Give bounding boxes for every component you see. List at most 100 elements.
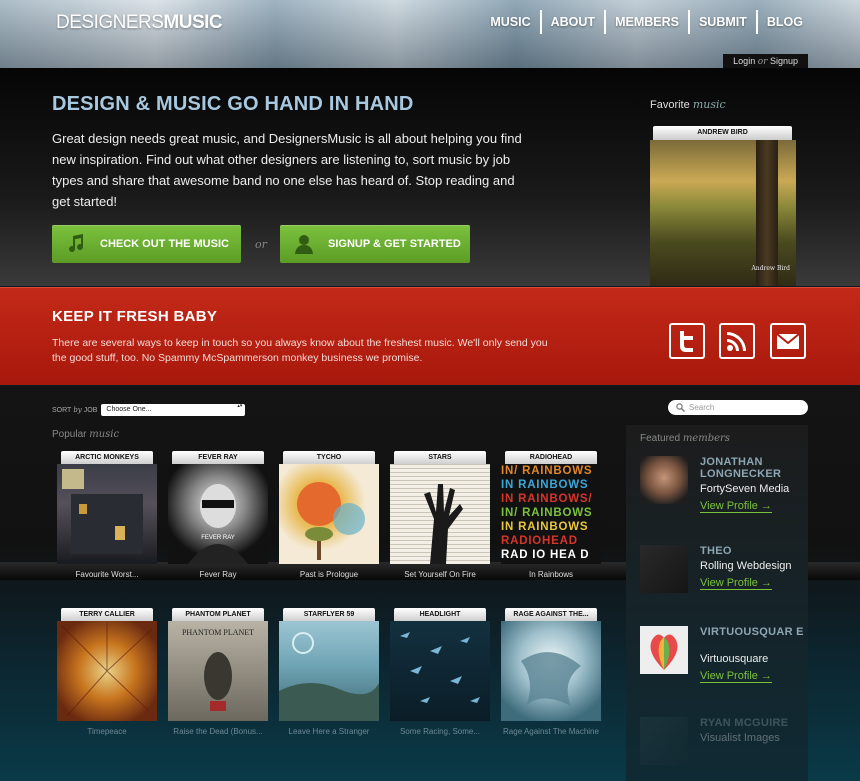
view-profile-link[interactable]: View Profile →: [700, 500, 772, 513]
album-title: Some Racing, Some...: [399, 727, 481, 736]
album-title: Favourite Worst...: [75, 570, 139, 579]
music-note-icon: [66, 234, 86, 254]
album-title: Fever Ray: [199, 570, 237, 579]
signup-button[interactable]: SIGNUP & GET STARTED: [280, 225, 470, 263]
keep-fresh-section: KEEP IT FRESH BABY There are several way…: [0, 287, 860, 385]
album-artist: RADIOHEAD: [505, 451, 597, 464]
member-company: Virtuousquare: [700, 653, 769, 665]
login-link[interactable]: Login: [733, 56, 755, 66]
avatar[interactable]: [640, 717, 688, 765]
favorite-artist-tab[interactable]: ANDREW BIRD: [653, 126, 792, 140]
login-signup: Login or Signup: [723, 54, 808, 68]
user-icon: [294, 234, 314, 254]
album-artist: TYCHO: [283, 451, 375, 464]
email-button[interactable]: [770, 323, 806, 359]
member-name[interactable]: JONATHAN LONGNECKER: [700, 456, 805, 480]
album-artist: STARS: [394, 451, 486, 464]
sort-by-job: SORT by JOB Choose One...: [52, 403, 246, 416]
avatar[interactable]: [640, 626, 688, 674]
member-name[interactable]: THEO: [700, 545, 805, 557]
album-card[interactable]: RAGE AGAINST THE... Rage Against The Mac…: [501, 608, 601, 736]
album-card[interactable]: FEVER RAY FEVER RAY Fever Ray: [168, 451, 268, 579]
album-cover: IN/ RAINBOWS IN RAINBOWS IN RAINBOWS/ IN…: [501, 464, 601, 564]
job-select[interactable]: Choose One...: [101, 403, 246, 416]
hero-text: Great design needs great music, and Desi…: [52, 131, 522, 209]
album-cover: [390, 621, 490, 721]
main-nav: MUSIC ABOUT MEMBERS SUBMIT BLOG: [481, 10, 812, 34]
album-card[interactable]: ARCTIC MONKEYS Favourite Worst...: [57, 451, 157, 579]
album-title: Rage Against The Machine: [503, 727, 599, 736]
album-title: Leave Here a Stranger: [288, 727, 370, 736]
member-company: FortySeven Media: [700, 483, 790, 495]
album-cover: [57, 464, 157, 564]
album-artist: FEVER RAY: [172, 451, 264, 464]
album-artist: HEADLIGHT: [394, 608, 486, 621]
favorite-music-label: Favorite music: [650, 98, 726, 111]
email-icon: [776, 333, 800, 349]
keep-fresh-text: There are several ways to keep in touch …: [52, 337, 548, 364]
album-title: Raise the Dead (Bonus...: [173, 727, 263, 736]
album-cover: [501, 621, 601, 721]
check-out-music-button[interactable]: CHECK OUT THE MUSIC: [52, 225, 241, 263]
album-cover: [390, 464, 490, 564]
fever-ray-cover-text: FEVER RAY: [201, 535, 235, 541]
album-card[interactable]: TERRY CALLIER Timepeace: [57, 608, 157, 736]
album-title: Past is Prologue: [299, 570, 359, 579]
nav-music[interactable]: MUSIC: [481, 10, 539, 34]
album-artist: RAGE AGAINST THE...: [505, 608, 597, 621]
album-cover: FEVER RAY: [168, 464, 268, 564]
album-card[interactable]: PHANTOM PLANET PHANTOM PLANET Raise the …: [168, 608, 268, 736]
hero-title: DESIGN & MUSIC GO HAND IN HAND: [52, 93, 414, 115]
album-card[interactable]: TYCHO Past is Prologue: [279, 451, 379, 579]
rss-icon: [727, 332, 746, 351]
member-company: Visualist Images: [700, 732, 780, 744]
album-artist: ARCTIC MONKEYS: [61, 451, 153, 464]
phantom-planet-cover-text: PHANTOM PLANET: [182, 628, 254, 637]
rainbows-line: IN/ RAINBOWS: [501, 465, 593, 477]
album-card[interactable]: RADIOHEAD IN/ RAINBOWS IN RAINBOWS IN RA…: [501, 451, 601, 579]
member-company: Rolling Webdesign: [700, 560, 792, 572]
rss-button[interactable]: [719, 323, 755, 359]
nav-blog[interactable]: BLOG: [755, 10, 812, 34]
member-name[interactable]: RYAN MCGUIRE: [700, 717, 805, 729]
album-cover: [279, 621, 379, 721]
or-separator: or: [255, 238, 267, 251]
album-card[interactable]: HEADLIGHT Some Racing, Some...: [390, 608, 490, 736]
nav-members[interactable]: MEMBERS: [604, 10, 688, 34]
album-card[interactable]: STARFLYER 59 Leave Here a Stranger: [279, 608, 379, 736]
signup-link[interactable]: Signup: [770, 56, 798, 66]
avatar[interactable]: [640, 545, 688, 593]
featured-members-title: Featured members: [640, 433, 730, 444]
album-title: Set Yourself On Fire: [404, 570, 476, 579]
album-card[interactable]: STARS Set Yourself On Fire: [390, 451, 490, 579]
view-profile-link[interactable]: View Profile →: [700, 577, 772, 590]
site-logo[interactable]: DESIGNERSMUSIC: [56, 12, 223, 34]
rainbows-line: IN/ RAINBOWS: [501, 507, 593, 519]
album-title: Timepeace: [87, 727, 127, 736]
album-artist: STARFLYER 59: [283, 608, 375, 621]
twitter-icon: [680, 331, 693, 352]
album-cover: PHANTOM PLANET: [168, 621, 268, 721]
album-title: In Rainbows: [528, 570, 574, 579]
view-profile-link[interactable]: View Profile →: [700, 670, 772, 683]
nav-submit[interactable]: SUBMIT: [687, 10, 756, 34]
album-artist: TERRY CALLIER: [61, 608, 153, 621]
nav-about[interactable]: ABOUT: [539, 10, 604, 34]
hero-section: DESIGN & MUSIC GO HAND IN HAND Great des…: [0, 68, 860, 286]
album-artist: PHANTOM PLANET: [172, 608, 264, 621]
rainbows-line: RAD IO HEA D: [501, 549, 590, 561]
twitter-button[interactable]: [669, 323, 705, 359]
member-name[interactable]: VIRTUOUSQUAR E: [700, 626, 805, 638]
search-icon: [676, 403, 685, 412]
featured-members: Featured members JONATHAN LONGNECKER For…: [626, 425, 808, 781]
album-cover: [279, 464, 379, 564]
rainbows-line: RADIOHEAD: [501, 535, 578, 547]
keep-fresh-title: KEEP IT FRESH BABY: [52, 308, 218, 325]
favorite-album-cover[interactable]: Andrew Bird: [650, 140, 796, 286]
rainbows-line: IN RAINBOWS: [501, 479, 589, 491]
search-input[interactable]: Search: [668, 400, 808, 415]
cover-caption: Andrew Bird: [751, 265, 790, 272]
rainbows-line: IN RAINBOWS/: [501, 493, 593, 505]
popular-music-label: Popular music: [52, 429, 120, 440]
avatar[interactable]: [640, 456, 688, 504]
